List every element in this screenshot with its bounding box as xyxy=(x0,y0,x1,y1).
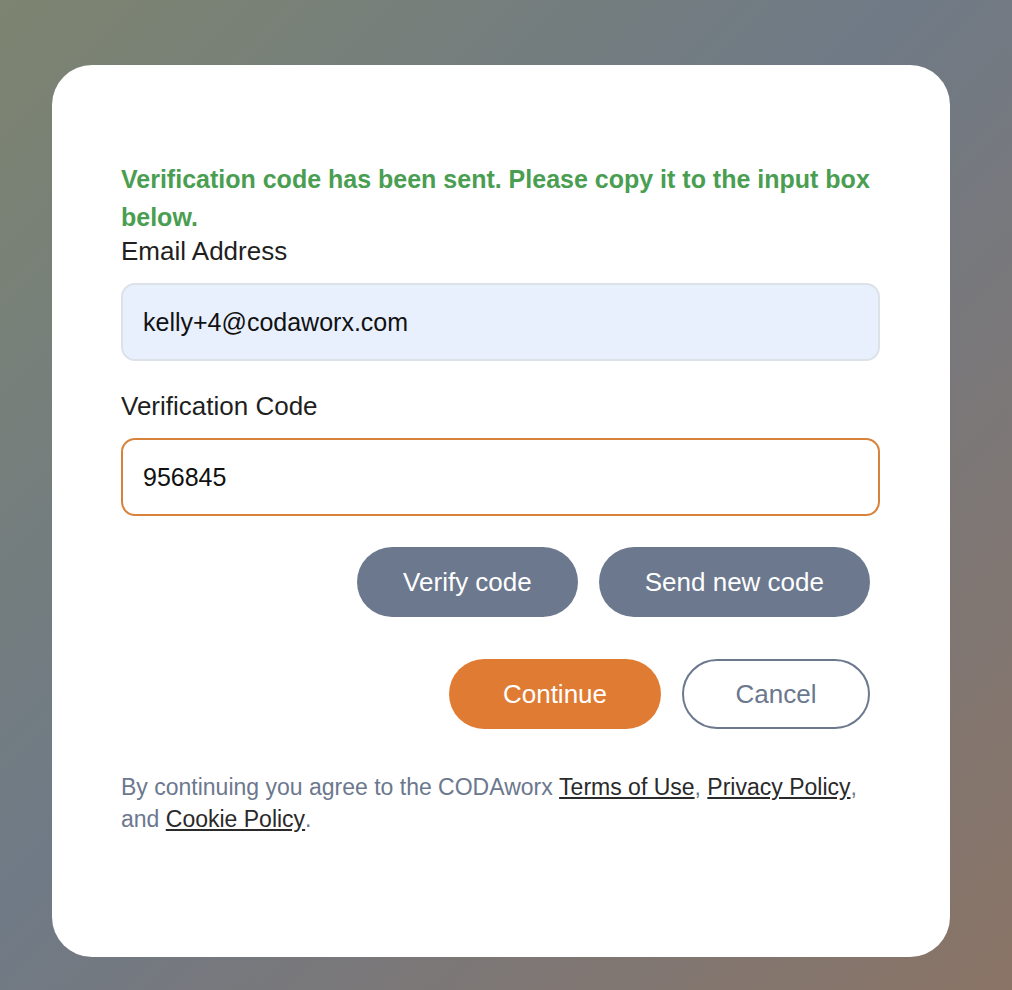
legal-text-part: , xyxy=(695,774,708,800)
legal-text-part: . xyxy=(305,806,311,832)
legal-text: By continuing you agree to the CODAworx … xyxy=(121,771,880,835)
text-input[interactable] xyxy=(121,438,880,516)
code-button[interactable]: Send new code xyxy=(599,547,870,617)
field-label: Email Address xyxy=(121,236,880,266)
code-button-row: Verify code Send new code xyxy=(121,547,880,617)
page: Verification code has been sent. Please … xyxy=(0,0,1012,990)
verification-dialog: Verification code has been sent. Please … xyxy=(52,65,950,957)
form-field: Email Address xyxy=(121,236,880,361)
form-field: Verification Code xyxy=(121,391,880,516)
code-button[interactable]: Verify code xyxy=(357,547,578,617)
action-button[interactable]: Cancel xyxy=(682,659,870,729)
legal-link[interactable]: Cookie Policy xyxy=(166,806,305,832)
text-input[interactable] xyxy=(121,283,880,361)
action-row: Continue Cancel xyxy=(121,659,880,729)
action-button[interactable]: Continue xyxy=(449,659,661,729)
legal-link[interactable]: Terms of Use xyxy=(559,774,694,800)
legal-link[interactable]: Privacy Policy xyxy=(707,774,850,800)
legal-text-part: By continuing you agree to the CODAworx xyxy=(121,774,559,800)
field-label: Verification Code xyxy=(121,391,880,421)
status-message: Verification code has been sent. Please … xyxy=(121,160,880,236)
